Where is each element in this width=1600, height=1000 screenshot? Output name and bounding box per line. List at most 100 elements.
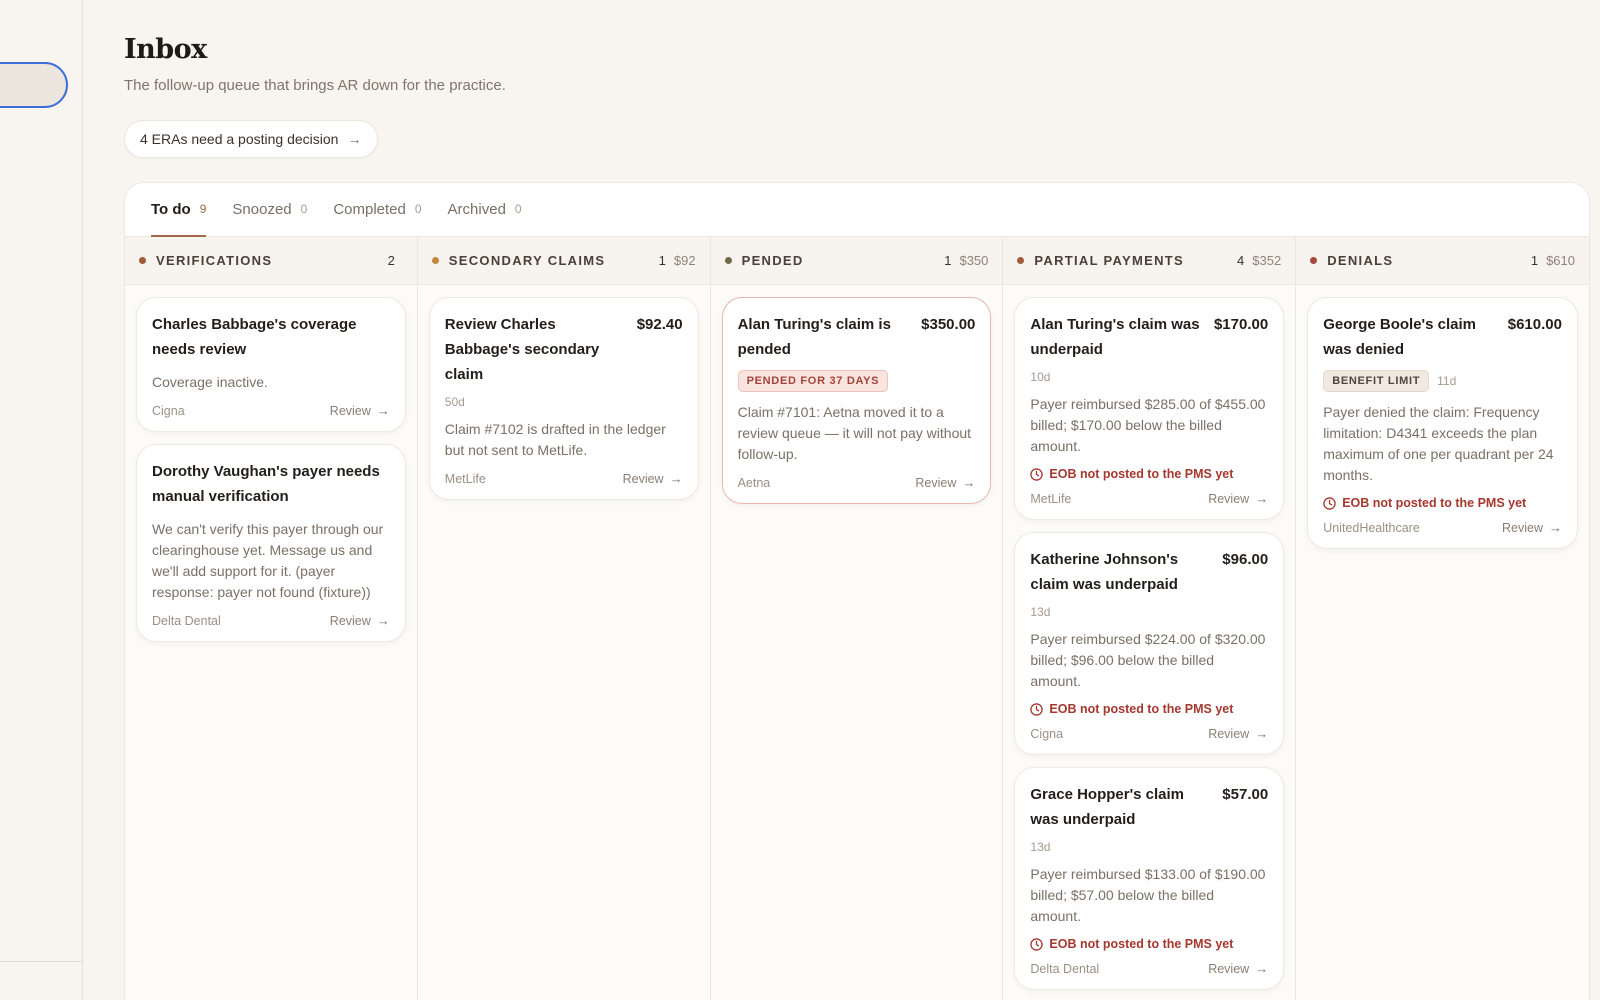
card-footer: Cigna Review →: [152, 403, 390, 418]
eob-warning: EOB not posted to the PMS yet: [1030, 937, 1268, 951]
task-card[interactable]: Grace Hopper's claim was underpaid $57.0…: [1014, 767, 1285, 990]
card-header: Review Charles Babbage's secondary claim…: [445, 312, 683, 387]
payer-name: Delta Dental: [1030, 961, 1100, 976]
tab-count: 0: [514, 202, 522, 216]
card-title: Katherine Johnson's claim was underpaid: [1030, 551, 1179, 593]
sidebar: [0, 0, 83, 1000]
tab-to-do[interactable]: To do 9: [151, 183, 207, 237]
arrow-right-icon: →: [376, 613, 390, 628]
tab-label: Archived: [447, 200, 506, 218]
card-amount: $57.00: [1222, 786, 1269, 803]
review-link[interactable]: Review →: [915, 475, 975, 490]
review-link[interactable]: Review →: [1502, 520, 1562, 535]
column-title: PENDED: [741, 253, 804, 268]
task-card[interactable]: Katherine Johnson's claim was underpaid …: [1014, 532, 1285, 755]
review-link[interactable]: Review →: [623, 471, 683, 486]
column-count: 1: [944, 253, 952, 268]
arrow-right-icon: →: [962, 475, 976, 490]
tab-archived[interactable]: Archived 0: [447, 183, 522, 236]
review-link[interactable]: Review →: [1208, 726, 1268, 741]
card-body: Coverage inactive.: [152, 374, 268, 390]
review-link[interactable]: Review →: [330, 403, 390, 418]
card-title: Review Charles Babbage's secondary claim: [444, 316, 600, 383]
card-footer: Aetna Review →: [738, 475, 976, 490]
sidebar-active-item[interactable]: [0, 62, 68, 108]
card-meta: 13d: [1030, 840, 1268, 854]
card-age: 50d: [444, 395, 465, 409]
card-meta: 13d: [1030, 605, 1268, 619]
card-meta: BENEFIT LIMIT 11d: [1323, 370, 1562, 392]
card-list: Review Charles Babbage's secondary claim…: [418, 285, 710, 512]
card-amount: $92.40: [636, 316, 683, 333]
card-title: Charles Babbage's coverage needs review: [152, 316, 357, 358]
column-partial-payments: PARTIAL PAYMENTS 4 $352 Alan Turing's cl…: [1003, 237, 1297, 1000]
card-amount: $610.00: [1507, 316, 1562, 333]
column-title: PARTIAL PAYMENTS: [1034, 253, 1185, 268]
review-link[interactable]: Review →: [1208, 961, 1268, 976]
review-label: Review: [915, 475, 957, 490]
review-label: Review: [1208, 491, 1250, 506]
card-header: George Boole's claim was denied $610.00: [1323, 312, 1562, 362]
review-label: Review: [329, 613, 371, 628]
tab-label: To do: [151, 200, 191, 218]
card-body: We can't verify this payer through our c…: [152, 521, 384, 600]
card-header: Katherine Johnson's claim was underpaid …: [1030, 547, 1268, 597]
card-footer: Delta Dental Review →: [1030, 961, 1268, 976]
card-age: 11d: [1437, 374, 1457, 388]
column-header: SECONDARY CLAIMS 1 $92: [417, 237, 710, 285]
eob-warning: EOB not posted to the PMS yet: [1030, 702, 1268, 716]
column-dot: [724, 257, 732, 264]
card-title: George Boole's claim was denied: [1323, 316, 1476, 358]
column-dot: [431, 257, 439, 264]
task-card[interactable]: George Boole's claim was denied $610.00 …: [1307, 297, 1578, 549]
tab-completed[interactable]: Completed 0: [333, 183, 422, 236]
arrow-right-icon: →: [1255, 491, 1269, 506]
eob-warning-text: EOB not posted to the PMS yet: [1342, 496, 1527, 510]
arrow-right-icon: →: [1255, 961, 1269, 976]
inbox-board: To do 9 Snoozed 0 Completed 0 Archived 0: [124, 182, 1590, 1000]
card-amount: $350.00: [921, 316, 976, 333]
card-footer: MetLife Review →: [1030, 491, 1268, 506]
eob-warning-text: EOB not posted to the PMS yet: [1049, 702, 1234, 716]
review-link[interactable]: Review →: [330, 613, 390, 628]
card-footer: Delta Dental Review →: [152, 613, 390, 628]
columns: VERIFICATIONS 2 Charles Babbage's covera…: [125, 237, 1589, 1000]
clock-icon: [1030, 702, 1044, 716]
column-header: VERIFICATIONS 2: [125, 237, 417, 285]
card-header: Dorothy Vaughan's payer needs manual ver…: [152, 459, 390, 509]
column-denials: DENIALS 1 $610 George Boole's claim was …: [1296, 237, 1589, 1000]
card-amount: $96.00: [1222, 551, 1269, 568]
task-card[interactable]: Alan Turing's claim is pended $350.00 PE…: [721, 297, 992, 504]
payer-name: Delta Dental: [152, 613, 221, 628]
tab-bar: To do 9 Snoozed 0 Completed 0 Archived 0: [125, 183, 1589, 237]
arrow-right-icon: →: [669, 471, 683, 486]
column-header: PENDED 1 $350: [710, 237, 1003, 285]
tab-snoozed[interactable]: Snoozed 0: [232, 183, 308, 236]
payer-name: UnitedHealthcare: [1323, 520, 1420, 535]
card-footer: UnitedHealthcare Review →: [1323, 520, 1562, 535]
column-count: 1: [658, 253, 666, 268]
column-dot: [1310, 257, 1318, 264]
clock-icon: [1030, 937, 1044, 951]
card-body: Claim #7102 is drafted in the ledger but…: [444, 421, 666, 458]
tab-count: 0: [414, 202, 422, 216]
card-age: 13d: [1030, 840, 1051, 854]
card-meta: 10d: [1030, 370, 1268, 384]
review-label: Review: [1501, 520, 1543, 535]
task-card[interactable]: Dorothy Vaughan's payer needs manual ver…: [136, 444, 406, 642]
column-dot: [139, 257, 146, 264]
card-body: Payer reimbursed $285.00 of $455.00 bill…: [1030, 396, 1266, 454]
task-card[interactable]: Charles Babbage's coverage needs review …: [136, 297, 406, 432]
tab-count: 0: [300, 202, 308, 216]
payer-name: Cigna: [1030, 726, 1064, 741]
era-posting-button[interactable]: 4 ERAs need a posting decision →: [124, 120, 379, 158]
task-card[interactable]: Alan Turing's claim was underpaid $170.0…: [1014, 297, 1285, 520]
card-meta: 50d: [445, 395, 683, 409]
task-card[interactable]: Review Charles Babbage's secondary claim…: [428, 297, 699, 500]
column-count: 1: [1530, 253, 1539, 268]
card-age: 10d: [1030, 370, 1051, 384]
column-sum: $610: [1546, 253, 1575, 268]
review-link[interactable]: Review →: [1208, 491, 1268, 506]
card-header: Alan Turing's claim was underpaid $170.0…: [1030, 312, 1268, 362]
card-footer: MetLife Review →: [445, 471, 683, 486]
